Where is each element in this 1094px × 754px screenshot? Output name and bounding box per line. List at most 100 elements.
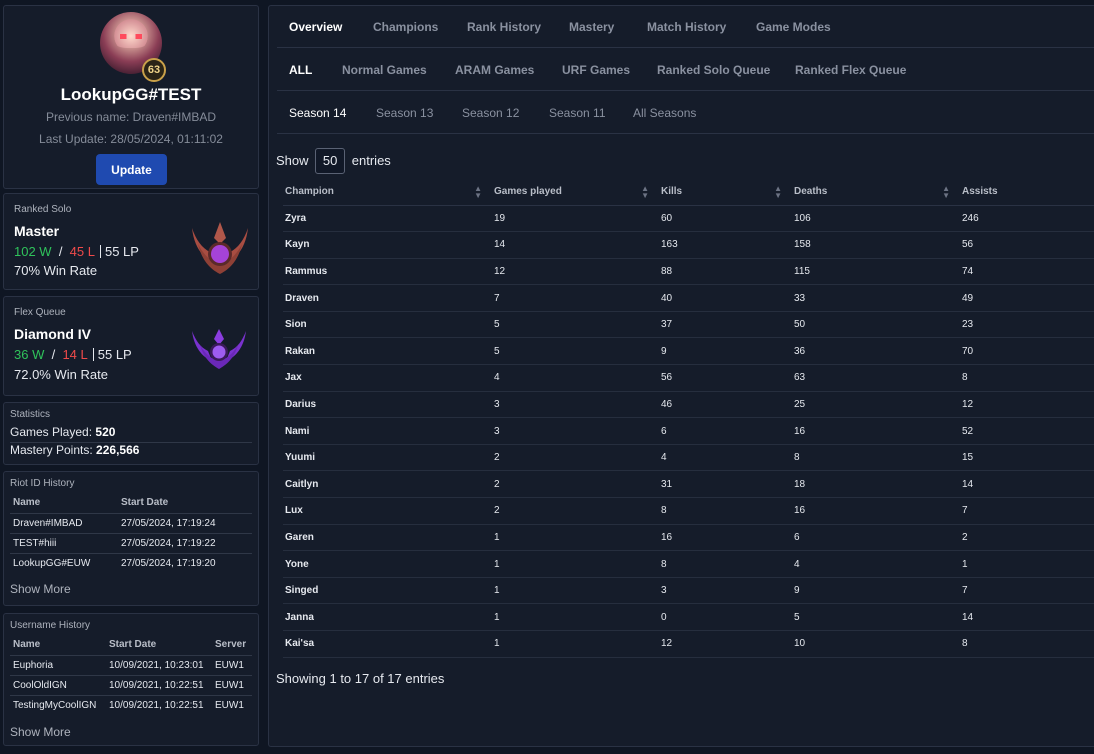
riot-id-date: 27/05/2024, 17:19:22 (118, 532, 252, 553)
kills: 16 (659, 524, 792, 552)
entries-select[interactable]: 50 (315, 148, 346, 174)
last-update: Last Update: 28/05/2024, 01:11:02 (39, 132, 223, 146)
assists: 15 (960, 444, 1094, 472)
tab-season-11[interactable]: Season 11 (549, 92, 606, 134)
champion-name: Yone (283, 550, 492, 578)
username-date: 10/09/2021, 10:23:01 (106, 654, 212, 675)
show-label: Show (276, 153, 309, 168)
champion-name: Nami (283, 417, 492, 445)
tab-ranked-flex-queue[interactable]: Ranked Flex Queue (795, 49, 906, 91)
tab-ranked-solo-queue[interactable]: Ranked Solo Queue (657, 49, 770, 91)
username-col-start-date: Start Date (109, 639, 157, 651)
tab-mastery[interactable]: Mastery (569, 6, 614, 48)
col-games-played[interactable]: Games played ▲ ▼ (492, 178, 659, 206)
riot-id-show-more-link[interactable]: Show More (10, 582, 71, 596)
kills: 88 (659, 258, 792, 286)
champion-name: Lux (283, 497, 492, 525)
username-server: EUW1 (212, 694, 252, 715)
table-row: Sion 5 37 50 23 (283, 311, 1094, 339)
username-col-name: Name (13, 639, 41, 651)
tab-game-modes[interactable]: Game Modes (756, 6, 831, 48)
table-row: Kai'sa 1 12 10 8 (283, 630, 1094, 658)
table-row: Jax 4 56 63 8 (283, 364, 1094, 392)
sort-icon: ▲ ▼ (942, 184, 950, 200)
deaths: 106 (792, 205, 960, 233)
assists: 246 (960, 205, 1094, 233)
col-kills[interactable]: Kills ▲ ▼ (659, 178, 792, 206)
table-row: Garen 1 16 6 2 (283, 524, 1094, 552)
flex-queue-lp: 55 LP (97, 347, 132, 362)
champion-name: Kayn (283, 231, 492, 259)
deaths: 115 (792, 258, 960, 286)
mastery-points-value: 226,566 (96, 443, 140, 457)
tab-all-seasons[interactable]: All Seasons (633, 92, 696, 134)
assists: 49 (960, 284, 1094, 312)
sort-icon: ▲ ▼ (774, 184, 782, 200)
table-row: Lux 2 8 16 7 (283, 497, 1094, 525)
sort-icon: ▲ ▼ (641, 184, 649, 200)
tab-overview[interactable]: Overview (289, 6, 342, 48)
riot-id-name: TEST#hiii (10, 532, 118, 553)
deaths: 4 (792, 550, 960, 578)
flex-queue-label: Flex Queue (14, 307, 66, 318)
mastery-points-row: Mastery Points: 226,566 (10, 443, 252, 457)
col-assists[interactable]: Assists (960, 178, 1094, 206)
deaths: 33 (792, 284, 960, 312)
assists: 14 (960, 603, 1094, 631)
username-show-more-link[interactable]: Show More (10, 725, 71, 739)
games-played: 2 (492, 470, 659, 499)
tab-season-13[interactable]: Season 13 (376, 92, 433, 134)
tab-match-history[interactable]: Match History (647, 6, 726, 48)
tab-urf-games[interactable]: URF Games (562, 49, 630, 91)
statistics-card: Statistics Games Played: 520 Mastery Poi… (3, 402, 259, 465)
tab-season-12[interactable]: Season 12 (462, 92, 519, 134)
champion-name: Darius (283, 391, 492, 419)
kills: 60 (659, 205, 792, 233)
riot-id-col-start-date: Start Date (121, 497, 169, 509)
tab-aram-games[interactable]: ARAM Games (455, 49, 534, 91)
season-tabs: Season 14 Season 13 Season 12 Season 11 … (277, 92, 1094, 134)
champion-name: Kai'sa (283, 630, 492, 658)
kills: 12 (659, 630, 792, 658)
col-deaths[interactable]: Deaths ▲ ▼ (792, 178, 960, 206)
tab-rank-history[interactable]: Rank History (467, 6, 541, 48)
games-played: 5 (492, 337, 659, 366)
table-row: Nami 3 6 16 52 (283, 417, 1094, 445)
riot-id-history-card: Riot ID History Name Start Date Draven#I… (3, 471, 259, 606)
deaths: 63 (792, 364, 960, 392)
deaths: 16 (792, 497, 960, 525)
assists: 70 (960, 337, 1094, 366)
username-name: TestingMyCoolIGN (10, 694, 106, 715)
champion-name: Singed (283, 577, 492, 605)
riot-id-history-table: Name Start Date Draven#IMBAD 27/05/2024,… (10, 493, 252, 573)
deaths: 9 (792, 577, 960, 605)
flex-queue-losses: 14 L (62, 347, 88, 362)
diamond-emblem-icon (192, 329, 246, 369)
assists: 56 (960, 231, 1094, 259)
tab-season-14[interactable]: Season 14 (289, 92, 346, 134)
flex-queue-winrate: 72.0% Win Rate (14, 367, 108, 382)
tab-all[interactable]: ALL (289, 49, 312, 91)
games-played: 14 (492, 231, 659, 259)
champion-stats-table: Champion ▲ ▼ Games played ▲ ▼ Kills ▲ ▼ Deaths… (283, 178, 1094, 658)
kills: 9 (659, 337, 792, 366)
ranked-solo-record: 102 W / 45 L 55 LP (14, 244, 139, 259)
kills: 3 (659, 577, 792, 605)
deaths: 158 (792, 231, 960, 259)
tab-champions[interactable]: Champions (373, 6, 438, 48)
games-played: 19 (492, 205, 659, 233)
riot-id-history-label: Riot ID History (10, 478, 75, 489)
kills: 0 (659, 603, 792, 631)
games-played: 2 (492, 497, 659, 525)
show-entries-control: Show 50 entries (276, 148, 391, 174)
deaths: 18 (792, 470, 960, 499)
main-panel: Overview Champions Rank History Mastery … (268, 5, 1094, 747)
assists: 2 (960, 524, 1094, 552)
col-champion[interactable]: Champion ▲ ▼ (283, 178, 492, 206)
tab-normal-games[interactable]: Normal Games (342, 49, 427, 91)
kills: 163 (659, 231, 792, 259)
update-button[interactable]: Update (96, 154, 167, 185)
master-emblem-icon (192, 222, 248, 274)
profile-card: 63 LookupGG#TEST Previous name: Draven#I… (3, 5, 259, 189)
deaths: 36 (792, 337, 960, 366)
